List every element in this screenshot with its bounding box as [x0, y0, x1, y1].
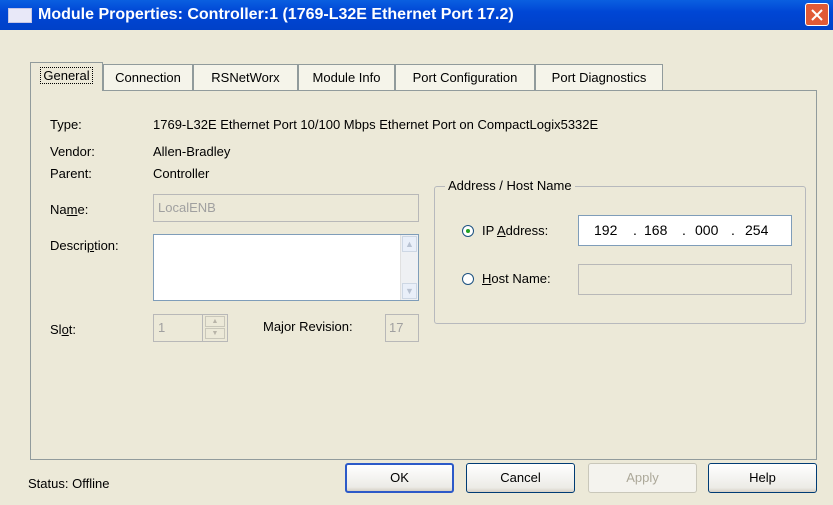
tab-rsnetworx[interactable]: RSNetWorx: [193, 64, 298, 90]
vendor-label: Vendor:: [50, 144, 95, 159]
host-name-label: Host Name:: [482, 271, 551, 286]
ip-address-field[interactable]: 192 . 168 . 000 . 254: [578, 215, 792, 246]
type-label: Type:: [50, 117, 82, 132]
ip-address-radio[interactable]: [462, 225, 474, 237]
ip-dot: .: [731, 222, 735, 238]
tab-port-configuration[interactable]: Port Configuration: [395, 64, 535, 90]
ip-octet-1: 192: [594, 222, 618, 238]
host-name-radio[interactable]: [462, 273, 474, 285]
close-button[interactable]: [805, 3, 829, 26]
slot-spinner[interactable]: ▲ ▼: [202, 314, 228, 342]
status-label: Status:: [28, 476, 69, 491]
name-label: Name:: [50, 202, 89, 217]
parent-value: Controller: [153, 166, 210, 181]
tab-connection[interactable]: Connection: [103, 64, 193, 90]
host-name-field[interactable]: [578, 264, 792, 295]
window-icon: [8, 8, 32, 23]
status-value: Offline: [72, 476, 110, 491]
tab-general[interactable]: General: [30, 62, 103, 91]
vendor-value: Allen-Bradley: [153, 144, 231, 159]
scroll-up-arrow-icon[interactable]: ▲: [402, 236, 417, 252]
help-button[interactable]: Help: [708, 463, 817, 493]
name-field[interactable]: LocalENB: [153, 194, 419, 222]
major-revision-field[interactable]: 17: [385, 314, 419, 342]
description-textarea[interactable]: ▲ ▼: [153, 234, 419, 301]
radio-selected-icon: [466, 229, 470, 233]
cancel-button[interactable]: Cancel: [466, 463, 575, 493]
ip-octet-4: 254: [745, 222, 769, 238]
slot-label: Slot:: [50, 322, 77, 337]
title-bar: Module Properties: Controller:1 (1769-L3…: [0, 0, 833, 30]
address-host-name-group: Address / Host Name: [434, 178, 806, 324]
window-title: Module Properties: Controller:1 (1769-L3…: [38, 6, 514, 23]
spin-down-icon[interactable]: ▼: [205, 328, 225, 339]
description-label: Description:: [50, 238, 119, 253]
parent-label: Parent:: [50, 166, 92, 181]
tab-port-diagnostics[interactable]: Port Diagnostics: [535, 64, 663, 90]
ip-dot: .: [682, 222, 686, 238]
ip-octet-2: 168: [644, 222, 668, 238]
status-bar: Status: Offline: [28, 476, 109, 491]
tab-module-info[interactable]: Module Info: [298, 64, 395, 90]
type-value: 1769-L32E Ethernet Port 10/100 Mbps Ethe…: [153, 117, 599, 132]
major-revision-label: Major Revision:: [263, 319, 353, 334]
ok-button[interactable]: OK: [345, 463, 454, 493]
scroll-down-arrow-icon[interactable]: ▼: [402, 283, 417, 299]
ip-dot: .: [633, 222, 637, 238]
slot-field[interactable]: 1: [153, 314, 203, 342]
close-icon: [811, 9, 823, 21]
ip-address-label: IP Address:: [482, 223, 549, 238]
spin-up-icon[interactable]: ▲: [205, 316, 225, 327]
group-title: Address / Host Name: [445, 178, 575, 193]
description-scrollbar[interactable]: ▲ ▼: [400, 235, 418, 300]
apply-button[interactable]: Apply: [588, 463, 697, 493]
ip-octet-3: 000: [695, 222, 719, 238]
